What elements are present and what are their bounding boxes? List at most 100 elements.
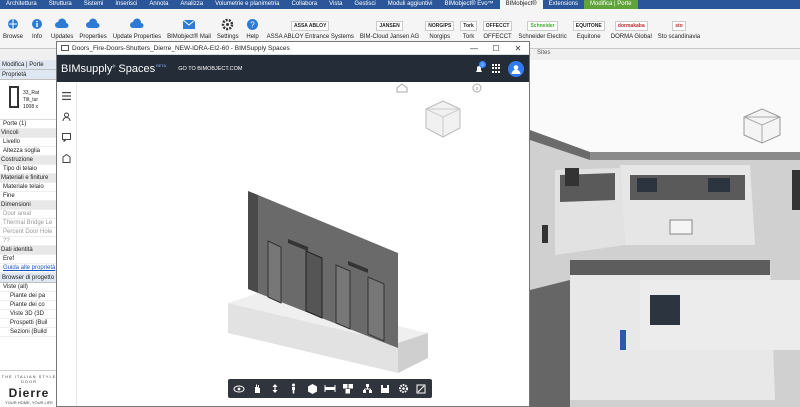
3d-model-viewport[interactable] — [78, 83, 529, 406]
save-view-icon[interactable] — [376, 381, 394, 396]
property-row[interactable]: Tipo di telaio — [0, 165, 57, 174]
browser-tree-item[interactable]: Sezioni (Build — [0, 328, 57, 337]
tab-annota[interactable]: Annota — [143, 0, 174, 9]
viewcube-icon[interactable] — [423, 98, 463, 142]
building-icon[interactable] — [57, 150, 76, 167]
viewcube-icon[interactable] — [740, 105, 784, 149]
gear-icon[interactable] — [394, 381, 412, 396]
properties-button[interactable]: Properties — [76, 9, 109, 40]
zoom-arrows-icon[interactable] — [266, 381, 284, 396]
property-row[interactable]: Altezza soglia — [0, 147, 57, 156]
cloud-update-icon — [54, 17, 70, 31]
door-icon — [9, 86, 19, 108]
property-category[interactable]: Materiali e finiture — [0, 174, 57, 183]
property-category[interactable]: Dati identità — [0, 246, 57, 255]
tab-vista[interactable]: Vista — [323, 0, 348, 9]
offecct-button[interactable]: OFFECCT OFFECCT — [480, 9, 516, 40]
measure-icon[interactable] — [321, 381, 339, 396]
info-button[interactable]: Info — [26, 9, 48, 40]
tab-volumetrie[interactable]: Volumetrie e planimetria — [209, 0, 285, 9]
settings-button[interactable]: Settings — [214, 9, 242, 40]
browser-tree-item[interactable]: Piante dei co — [0, 301, 57, 310]
property-category[interactable]: Dimensioni — [0, 201, 57, 210]
instance-selector[interactable]: Porte (1) — [0, 120, 57, 129]
goto-bimobject-link[interactable]: GO TO BIMOBJECT.COM — [178, 66, 242, 72]
property-row[interactable]: Percent Door Hole — [0, 228, 57, 237]
tab-bimobject[interactable]: BIMobject® — [499, 0, 543, 9]
fullscreen-icon[interactable] — [412, 381, 430, 396]
tab-gestisci[interactable]: Gestisci — [348, 0, 381, 9]
mail-icon — [181, 17, 197, 31]
pan-hand-icon[interactable] — [248, 381, 266, 396]
model-cube-icon[interactable] — [303, 381, 321, 396]
browse-button[interactable]: Browse — [0, 9, 26, 40]
norgips-button[interactable]: NORGIPS Norgips — [422, 9, 457, 40]
dierre-logo: THE ITALIAN STYLE DOOR Dierre YOUR HOME,… — [0, 370, 58, 407]
avatar[interactable] — [508, 60, 524, 77]
model-toolbar — [301, 379, 359, 398]
cloud-properties-icon — [85, 17, 101, 31]
equitone-button[interactable]: EQUITONE Equitone — [570, 9, 608, 40]
schneider-button[interactable]: Schneider Schneider Electric — [515, 9, 569, 40]
home-icon[interactable] — [396, 83, 408, 93]
tab-inserisci[interactable]: Inserisci — [109, 0, 143, 9]
type-selector[interactable]: 33_Rat Tilt_tur 1008 x — [0, 80, 57, 120]
help-button[interactable]: ? Help — [242, 9, 264, 40]
tab-moduli[interactable]: Moduli aggiuntivi — [382, 0, 439, 9]
bimsupply-logo[interactable]: BIMsupply® SpacesBETA — [57, 63, 166, 75]
tab-struttura[interactable]: Struttura — [43, 0, 78, 9]
property-row[interactable]: Materiale telaio — [0, 183, 57, 192]
apps-grid-icon[interactable] — [492, 64, 501, 73]
user-icon[interactable] — [57, 108, 76, 125]
dorma-button[interactable]: dormakaba DORMA Global — [608, 9, 655, 40]
explode-icon[interactable] — [339, 381, 357, 396]
property-row[interactable]: Thermal Bridge Le — [0, 219, 57, 228]
info-icon[interactable] — [472, 83, 482, 93]
browser-tree-item[interactable]: Prospetti (Buil — [0, 319, 57, 328]
bimobject-mail-button[interactable]: BIMobject® Mail — [164, 9, 214, 40]
info-icon — [29, 17, 45, 31]
settings-toolbar — [356, 379, 432, 398]
browser-tree-item[interactable]: Viste 3D (3D — [0, 310, 57, 319]
ribbon-tabs: Architettura Struttura Sistemi Inserisci… — [0, 0, 800, 9]
tab-extensions[interactable]: Extensions — [543, 0, 584, 9]
properties-help-link[interactable]: Guida alle proprietà — [0, 264, 57, 273]
property-rows: Vincoli Livello Altezza soglia Costruzione T… — [0, 129, 57, 273]
property-row[interactable]: ?? — [0, 237, 57, 246]
menu-icon[interactable] — [57, 87, 76, 104]
chat-icon[interactable] — [57, 129, 76, 146]
tab-sistemi[interactable]: Sistemi — [78, 0, 110, 9]
minimize-button[interactable]: — — [463, 44, 485, 53]
close-button[interactable]: ✕ — [507, 44, 529, 53]
tab-architettura[interactable]: Architettura — [0, 0, 43, 9]
maximize-button[interactable]: ☐ — [485, 44, 507, 53]
norgips-logo: NORGIPS — [425, 21, 455, 31]
orbit-icon[interactable] — [230, 381, 248, 396]
property-row[interactable]: Eref — [0, 255, 57, 264]
property-category[interactable]: Vincoli — [0, 129, 57, 138]
notification-bell-icon[interactable]: 2 — [474, 60, 486, 74]
project-browser-tree: Viste (all) Piante dei pa Piante dei co Vis… — [0, 283, 57, 337]
property-row[interactable]: Livello — [0, 138, 57, 147]
revit-3d-viewport[interactable] — [530, 60, 800, 407]
browser-tree-item[interactable]: Viste (all) — [0, 283, 57, 292]
tab-bimobject-evo[interactable]: BIMobject® Evo™ — [438, 0, 499, 9]
tab-collabora[interactable]: Collabora — [285, 0, 323, 9]
update-properties-button[interactable]: Update Properties — [110, 9, 164, 40]
updates-button[interactable]: Updates — [48, 9, 76, 40]
help-icon: ? — [245, 17, 261, 31]
assa-abloy-button[interactable]: ASSA ABLOY ASSA ABLOY Entrance Systems — [264, 9, 357, 40]
tork-logo: Tork — [460, 21, 477, 31]
tab-analizza[interactable]: Analizza — [174, 0, 209, 9]
property-category[interactable]: Costruzione — [0, 156, 57, 165]
tork-button[interactable]: Tork Tork — [457, 9, 479, 40]
sto-button[interactable]: sto Sto scandinavia — [655, 9, 703, 40]
jansen-button[interactable]: JANSEN BIM-Cloud Jansen AG — [357, 9, 422, 40]
property-row[interactable]: Fine — [0, 192, 57, 201]
browser-tree-item[interactable]: Piante dei pa — [0, 292, 57, 301]
walk-person-icon[interactable] — [284, 381, 302, 396]
property-row[interactable]: Door areal — [0, 210, 57, 219]
structure-tree-icon[interactable] — [358, 381, 376, 396]
fire-door-wall-model — [228, 191, 428, 373]
tab-modifica-porte[interactable]: Modifica | Porte — [584, 0, 638, 9]
